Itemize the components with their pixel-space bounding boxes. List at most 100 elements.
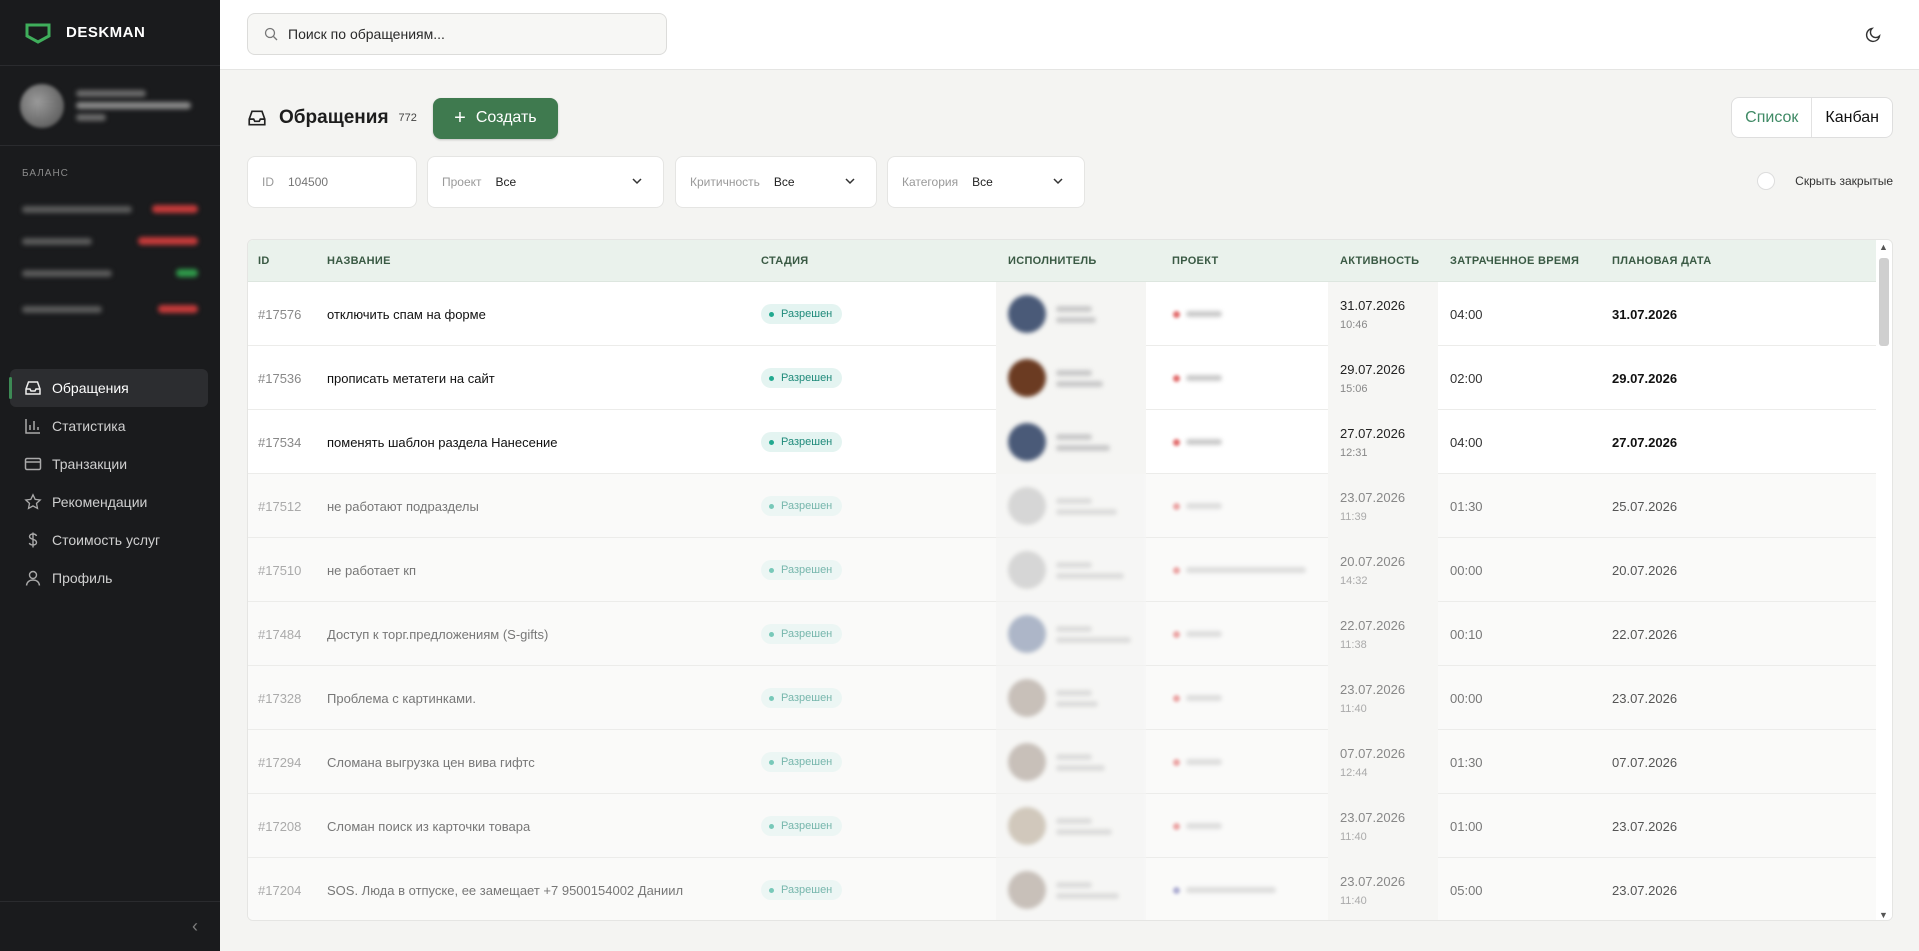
project-blurred	[1173, 310, 1222, 318]
row-id[interactable]: #17204	[258, 858, 301, 920]
status-badge: Разрешен	[761, 560, 843, 580]
row-name[interactable]: SOS. Люда в отпуске, ее замещает +7 9500…	[327, 858, 683, 920]
id-input[interactable]	[288, 175, 388, 189]
row-id[interactable]: #17512	[258, 474, 301, 538]
table-body: #17576 отключить спам на форме Разрешен 31.…	[248, 282, 1892, 920]
activity-date: 31.07.2026	[1340, 297, 1406, 313]
row-activity: 29.07.2026 15:06	[1328, 346, 1438, 410]
row-name[interactable]: отключить спам на форме	[327, 282, 486, 346]
row-id[interactable]: #17536	[258, 346, 301, 410]
filter-criticality-label: Критичность	[690, 175, 760, 189]
view-toggle: Список Канбан	[1731, 97, 1893, 138]
moon-icon[interactable]	[1865, 25, 1883, 43]
table-row[interactable]: #17512 не работают подразделы Разрешен 23.0…	[248, 474, 1892, 538]
row-name[interactable]: Сломана выгрузка цен вива гифтс	[327, 730, 535, 794]
hide-closed-toggle[interactable]: Скрыть закрытые	[1757, 172, 1893, 190]
executor-blurred	[996, 730, 1146, 794]
row-name[interactable]: прописать метатеги на сайт	[327, 346, 495, 410]
activity-box: 23.07.2026 11:39	[1328, 474, 1438, 538]
row-name[interactable]: Проблема с картинками.	[327, 666, 476, 730]
table-row[interactable]: #17536 прописать метатеги на сайт Разрешен…	[248, 346, 1892, 410]
chevron-down-icon	[845, 178, 855, 185]
row-name[interactable]: Сломан поиск из карточки товара	[327, 794, 530, 858]
card-icon	[24, 457, 42, 471]
table-row[interactable]: #17204 SOS. Люда в отпуске, ее замещает +…	[248, 858, 1892, 920]
row-id[interactable]: #17294	[258, 730, 301, 794]
table-row[interactable]: #17294 Сломана выгрузка цен вива гифтс Раз…	[248, 730, 1892, 794]
sidebar-item-transactions[interactable]: Транзакции	[10, 445, 208, 483]
activity-date: 23.07.2026	[1340, 809, 1406, 825]
row-executor	[996, 858, 1146, 920]
row-id[interactable]: #17484	[258, 602, 301, 666]
search-box[interactable]	[247, 13, 667, 55]
table-row[interactable]: #17328 Проблема с картинками. Разрешен 23.0…	[248, 666, 1892, 730]
col-plan-date[interactable]: ПЛАНОВАЯ ДАТА	[1612, 255, 1711, 267]
row-name[interactable]: не работает кп	[327, 538, 416, 602]
sidebar-item-requests[interactable]: Обращения	[9, 369, 208, 407]
row-executor	[996, 794, 1146, 858]
row-id[interactable]: #17576	[258, 282, 301, 346]
sidebar-item-statistics[interactable]: Статистика	[10, 407, 208, 445]
activity-box: 27.07.2026 12:31	[1328, 410, 1438, 474]
view-kanban-button[interactable]: Канбан	[1812, 98, 1892, 137]
table-scrollbar[interactable]: ▲ ▼	[1876, 240, 1892, 920]
user-card[interactable]	[0, 66, 220, 146]
table-row[interactable]: #17510 не работает кп Разрешен 20.07.2026 14…	[248, 538, 1892, 602]
requests-count: 772	[398, 112, 417, 124]
table-row[interactable]: #17534 поменять шаблон раздела Нанесение Р…	[248, 410, 1892, 474]
scroll-up-icon[interactable]: ▲	[1879, 242, 1888, 252]
row-plan-date: 25.07.2026	[1612, 498, 1678, 514]
project-blurred	[1173, 502, 1222, 510]
filter-category[interactable]: Категория Все	[887, 156, 1085, 208]
filter-project[interactable]: Проект Все	[427, 156, 664, 208]
logo[interactable]: DESKMAN	[0, 0, 220, 66]
create-button[interactable]: + Создать	[432, 97, 558, 139]
hide-closed-radio[interactable]	[1757, 172, 1776, 190]
sidebar-item-pricing[interactable]: Стоимость услуг	[10, 521, 208, 559]
inbox-icon	[248, 110, 266, 126]
sidebar-item-profile[interactable]: Профиль	[10, 559, 208, 597]
sidebar-item-recommendations[interactable]: Рекомендации	[10, 483, 208, 521]
scrollbar-thumb[interactable]	[1879, 258, 1889, 346]
col-executor[interactable]: ИСПОЛНИТЕЛЬ	[1008, 255, 1097, 267]
row-stage: Разрешен	[761, 794, 843, 858]
col-activity[interactable]: АКТИВНОСТЬ	[1340, 255, 1419, 267]
view-list-button[interactable]: Список	[1732, 98, 1813, 137]
project-blurred	[1173, 374, 1222, 382]
row-id[interactable]: #17510	[258, 538, 301, 602]
dollar-icon	[28, 532, 38, 548]
col-spent-time[interactable]: ЗАТРАЧЕННОЕ ВРЕМЯ	[1450, 255, 1579, 267]
col-id[interactable]: ID	[258, 255, 270, 267]
col-stage[interactable]: СТАДИЯ	[761, 255, 809, 267]
row-plan-date: 27.07.2026	[1612, 434, 1678, 450]
row-name[interactable]: не работают подразделы	[327, 474, 479, 538]
executor-blurred	[996, 794, 1146, 858]
row-plan-date: 29.07.2026	[1612, 370, 1678, 386]
table-row[interactable]: #17484 Доступ к торг.предложениям (S-gift…	[248, 602, 1892, 666]
filter-criticality[interactable]: Критичность Все	[675, 156, 877, 208]
activity-date: 29.07.2026	[1340, 361, 1406, 377]
status-badge: Разрешен	[761, 816, 843, 836]
sidebar-item-label: Профиль	[52, 570, 113, 586]
activity-time: 11:38	[1340, 638, 1367, 651]
col-project[interactable]: ПРОЕКТ	[1172, 255, 1219, 267]
scroll-down-icon[interactable]: ▼	[1879, 910, 1888, 920]
activity-box: 31.07.2026 10:46	[1328, 282, 1438, 346]
row-id[interactable]: #17534	[258, 410, 301, 474]
search-input[interactable]	[288, 26, 648, 42]
requests-table: ID НАЗВАНИЕ СТАДИЯ ИСПОЛНИТЕЛЬ ПРОЕКТ АК…	[247, 239, 1893, 921]
chevron-left-icon[interactable]: ‹	[192, 916, 198, 937]
row-id[interactable]: #17328	[258, 666, 301, 730]
activity-date: 23.07.2026	[1340, 681, 1406, 697]
row-name[interactable]: Доступ к торг.предложениям (S-gifts)	[327, 602, 548, 666]
search-icon	[264, 27, 278, 41]
executor-blurred	[996, 474, 1146, 538]
table-row[interactable]: #17208 Сломан поиск из карточки товара Раз…	[248, 794, 1892, 858]
col-name[interactable]: НАЗВАНИЕ	[327, 255, 391, 267]
table-row[interactable]: #17576 отключить спам на форме Разрешен 31.…	[248, 282, 1892, 346]
executor-blurred	[996, 538, 1146, 602]
row-id[interactable]: #17208	[258, 794, 301, 858]
filter-id[interactable]: ID	[247, 156, 417, 208]
row-name[interactable]: поменять шаблон раздела Нанесение	[327, 410, 558, 474]
row-spent-time: 04:00	[1450, 434, 1483, 450]
